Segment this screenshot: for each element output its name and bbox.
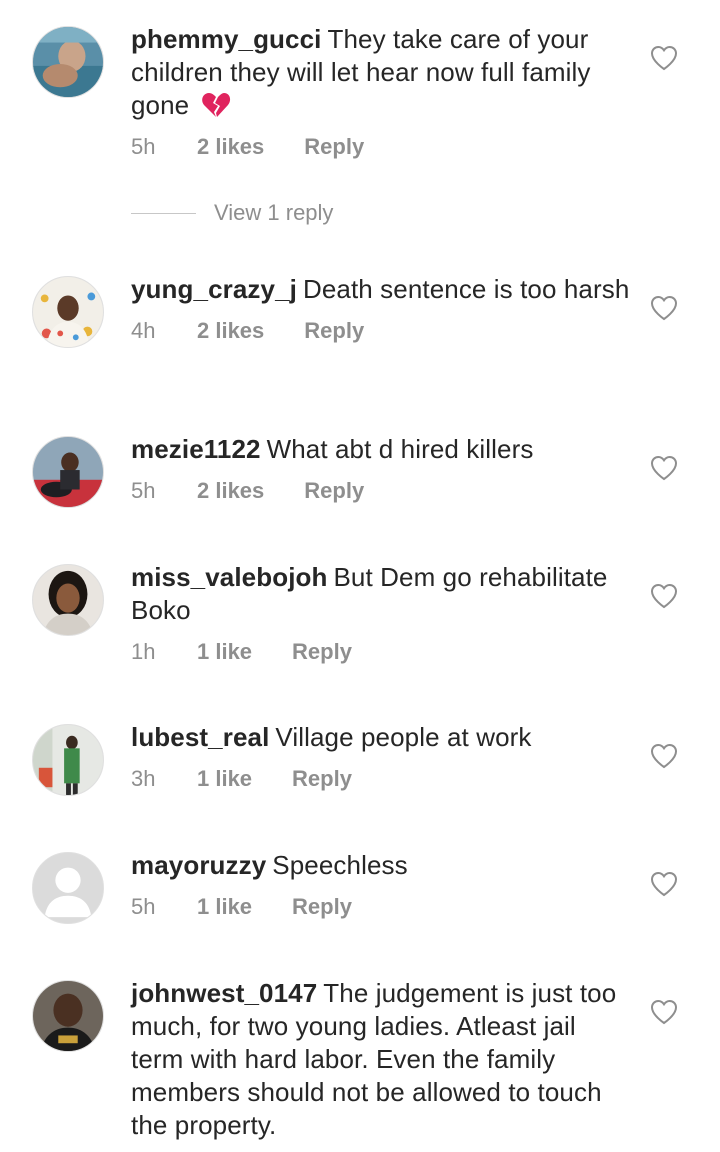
likes-count[interactable]: 2 likes (197, 134, 264, 160)
comment-time: 3h (131, 766, 156, 791)
comment-text: miss_valebojoh But Dem go rehabilitate Bo… (131, 561, 631, 627)
comment-time: 4h (131, 318, 156, 343)
reply-button[interactable]: Reply (304, 134, 364, 160)
heart-outline-icon[interactable] (650, 871, 678, 897)
comment-message: Speechless (272, 850, 408, 880)
comment-meta: 3h 1 like Reply (131, 764, 631, 794)
comment-time: 1h (131, 639, 156, 664)
comment-time: 5h (131, 134, 156, 159)
reply-button[interactable]: Reply (292, 639, 352, 665)
comment-username[interactable]: yung_crazy_j (131, 274, 297, 304)
avatar[interactable] (32, 276, 104, 348)
comment-meta: 5h 1 like Reply (131, 892, 631, 922)
avatar-photo (33, 981, 103, 1051)
avatar-photo (33, 27, 103, 97)
comment-text: mayoruzzy Speechless (131, 849, 631, 882)
comment-time: 5h (131, 894, 156, 919)
avatar-photo (33, 277, 103, 347)
heart-outline-icon[interactable] (650, 583, 678, 609)
reply-button[interactable]: Reply (292, 766, 352, 792)
heart-outline-icon[interactable] (650, 295, 678, 321)
divider-line (131, 212, 196, 214)
comment-time: 5h (131, 478, 156, 503)
comment-message: Village people at work (275, 722, 532, 752)
avatar[interactable] (32, 724, 104, 796)
comment-meta: 4h 2 likes Reply (131, 316, 631, 346)
comment-username[interactable]: mezie1122 (131, 434, 261, 464)
likes-count[interactable]: 1 like (197, 766, 252, 792)
likes-count[interactable]: 1 like (197, 894, 252, 920)
default-avatar-icon[interactable] (32, 852, 104, 924)
avatar[interactable] (32, 436, 104, 508)
heart-outline-icon[interactable] (650, 455, 678, 481)
comment-text: phemmy_gucci They take care of your child… (131, 23, 631, 122)
comment-username[interactable]: lubest_real (131, 722, 269, 752)
reply-button[interactable]: Reply (304, 318, 364, 344)
heart-outline-icon[interactable] (650, 45, 678, 71)
comment-username[interactable]: phemmy_gucci (131, 24, 322, 54)
comment-meta: 1h 1 like Reply (131, 637, 631, 667)
avatar[interactable] (32, 26, 104, 98)
likes-count[interactable]: 1 like (197, 639, 252, 665)
avatar[interactable] (32, 980, 104, 1052)
comment-meta: 5h 2 likes Reply (131, 132, 631, 162)
broken-heart-emoji (201, 91, 231, 119)
default-avatar-silhouette (33, 853, 103, 923)
comment-message: Death sentence is too harsh (302, 274, 630, 304)
reply-button[interactable]: Reply (304, 478, 364, 504)
reply-button[interactable]: Reply (292, 894, 352, 920)
comment-username[interactable]: johnwest_0147 (131, 978, 317, 1008)
view-replies-button[interactable]: View 1 reply (131, 200, 333, 226)
comment-text: mezie1122 What abt d hired killers (131, 433, 631, 466)
comment-meta: 5h 2 likes Reply (131, 476, 631, 506)
likes-count[interactable]: 2 likes (197, 318, 264, 344)
avatar-photo (33, 437, 103, 507)
comment-username[interactable]: mayoruzzy (131, 850, 266, 880)
heart-outline-icon[interactable] (650, 999, 678, 1025)
comment-text: johnwest_0147 The judgement is just too m… (131, 977, 631, 1142)
view-replies-label: View 1 reply (214, 200, 334, 225)
likes-count[interactable]: 2 likes (197, 478, 264, 504)
heart-outline-icon[interactable] (650, 743, 678, 769)
comment-text: lubest_real Village people at work (131, 721, 631, 754)
avatar-photo (33, 565, 103, 635)
avatar[interactable] (32, 564, 104, 636)
comment-text: yung_crazy_j Death sentence is too harsh (131, 273, 631, 306)
comment-username[interactable]: miss_valebojoh (131, 562, 327, 592)
avatar-photo (33, 725, 103, 795)
comment-message: What abt d hired killers (266, 434, 534, 464)
